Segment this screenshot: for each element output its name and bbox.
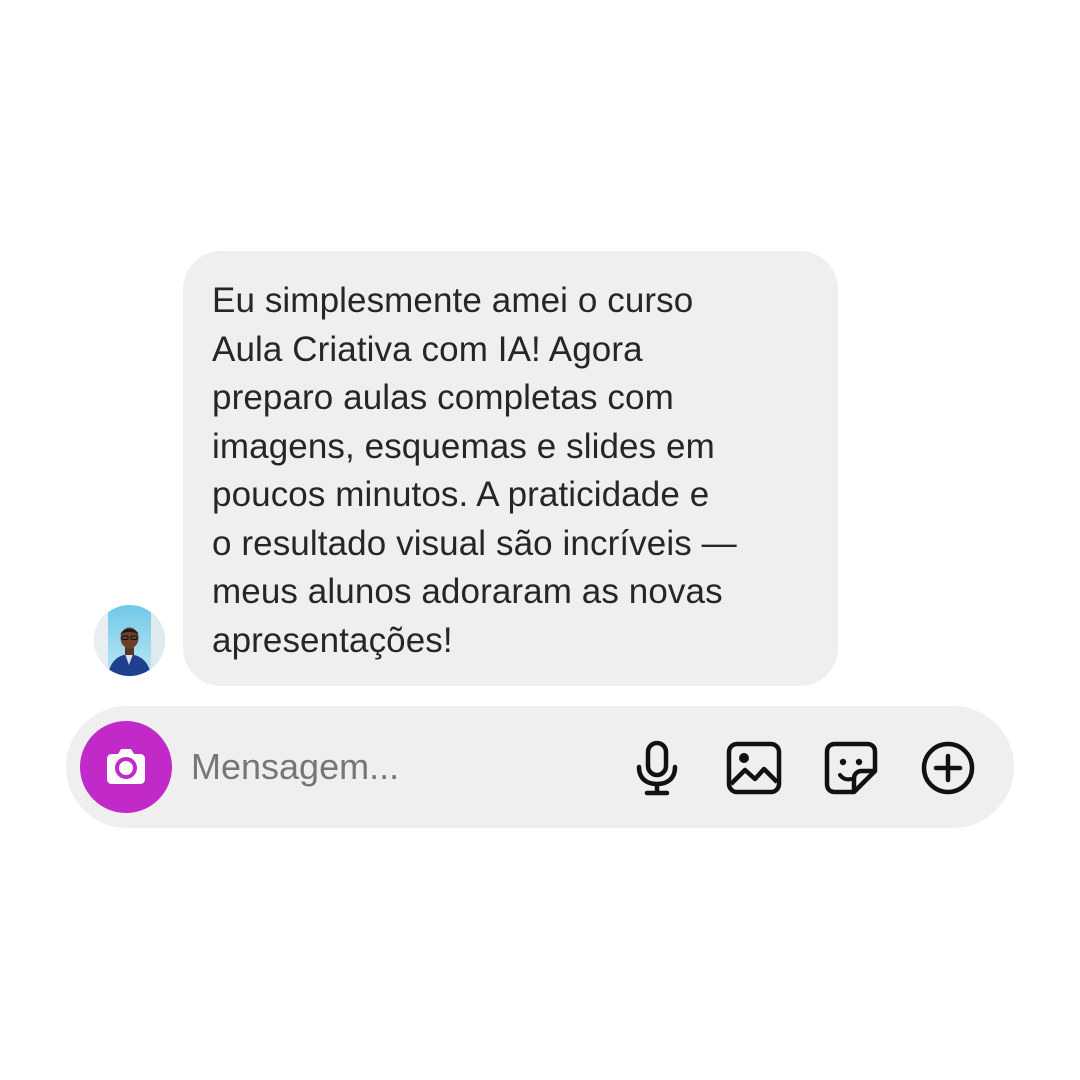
microphone-icon — [636, 740, 678, 796]
add-icon — [921, 741, 975, 795]
microphone-button[interactable] — [628, 739, 686, 797]
message-input[interactable] — [191, 742, 591, 792]
message-line: preparo aulas completas com — [212, 378, 674, 417]
camera-button[interactable] — [80, 721, 172, 813]
add-button[interactable] — [919, 739, 977, 797]
message-line: o resultado visual são incríveis — — [212, 523, 737, 563]
message-line: meus alunos adoraram as novas — [212, 572, 723, 611]
sender-avatar[interactable] — [94, 605, 165, 676]
message-line: Eu simplesmente amei o curso — [212, 281, 694, 320]
camera-icon — [107, 749, 145, 784]
gallery-button[interactable] — [725, 739, 783, 797]
message-line: Aula Criativa com IA! Agora — [212, 329, 643, 369]
message-line: apresentações! — [212, 620, 453, 660]
message-line: imagens, esquemas e slides em — [212, 426, 715, 466]
gallery-icon — [726, 741, 782, 795]
sticker-button[interactable] — [822, 739, 880, 797]
message-line: poucos minutos. A praticidade e — [212, 475, 710, 514]
avatar-photo — [94, 605, 165, 676]
message-bubble[interactable]: Eu simplesmente amei o curso Aula Criati… — [183, 251, 838, 686]
sticker-icon — [824, 741, 878, 795]
chat-screen: Eu simplesmente amei o curso Aula Criati… — [0, 0, 1080, 1080]
message-composer — [66, 706, 1014, 828]
